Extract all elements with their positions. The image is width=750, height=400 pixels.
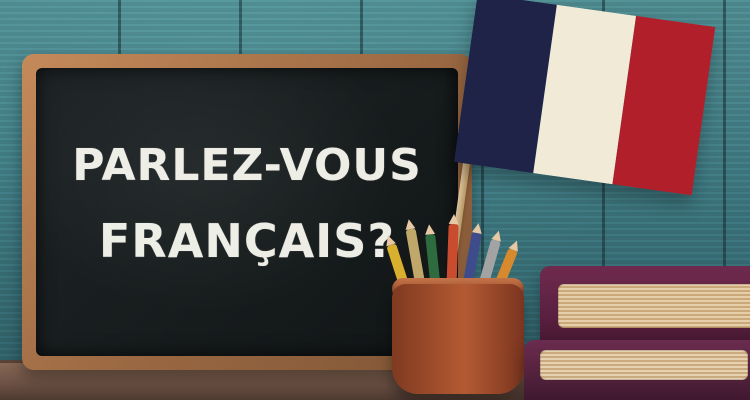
pencil-cup [392, 284, 524, 394]
pencil-tip [424, 223, 436, 235]
photo-scene: PARLEZ-VOUS FRANÇAIS? [0, 0, 750, 400]
pencil-tip [471, 222, 484, 234]
france-flag [454, 0, 716, 196]
book-pages [558, 284, 750, 328]
book-bottom [524, 340, 750, 400]
chalkboard-line-1: PARLEZ-VOUS [72, 140, 422, 191]
book-pages [540, 350, 748, 380]
pencil-tip [448, 213, 459, 225]
pencil-tip [403, 218, 416, 230]
